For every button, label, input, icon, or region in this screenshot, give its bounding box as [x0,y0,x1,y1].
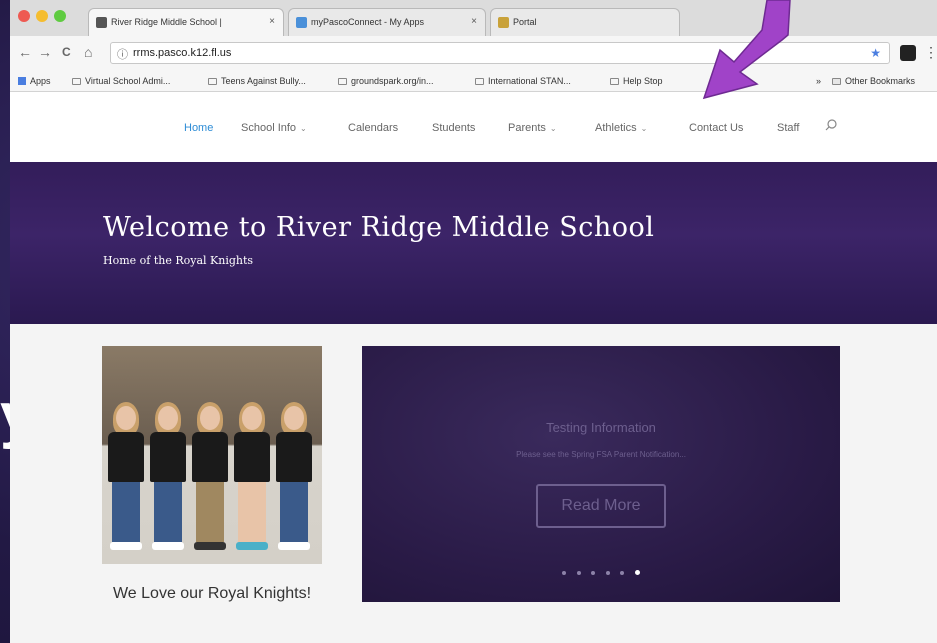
maximize-window-button[interactable] [54,10,66,22]
bookmark-international-stan[interactable]: International STAN... [475,76,571,86]
home-icon[interactable]: ⌂ [84,44,92,60]
bookmark-groundspark[interactable]: groundspark.org/in... [338,76,434,86]
page-icon [610,78,619,85]
students-photo[interactable] [102,346,322,564]
page-icon [338,78,347,85]
apps-grid-icon [18,77,26,85]
nav-parents[interactable]: Parents ⌄ [508,122,557,134]
slide-title: Testing Information [546,420,656,435]
slider-dot[interactable] [591,571,596,575]
student-figure [192,402,228,556]
student-figure [150,402,186,556]
nav-students[interactable]: Students [432,122,475,134]
slider-dot-active[interactable] [634,570,640,575]
search-icon[interactable] [825,119,837,131]
bookmark-apps[interactable]: Apps [18,76,51,86]
reload-icon[interactable]: C [62,45,71,59]
annotation-arrow-icon [702,0,791,100]
forward-arrow-icon[interactable]: → [38,44,52,60]
bookmark-virtual-school[interactable]: Virtual School Admi... [72,76,170,86]
hero-banner: Welcome to River Ridge Middle School Hom… [10,162,937,324]
tab-label: Portal [513,17,537,27]
tab-close-icon[interactable]: × [471,16,477,27]
nav-home[interactable]: Home [184,122,213,134]
student-figure [276,402,312,556]
back-arrow-icon[interactable]: ← [18,44,32,60]
page-icon [208,78,217,85]
tab-label: River Ridge Middle School | [111,17,222,27]
tab-label: myPascoConnect - My Apps [311,17,425,27]
chevron-down-icon: ⌄ [300,124,307,133]
main-content: We Love our Royal Knights! Testing Infor… [10,324,937,643]
browser-menu-icon[interactable]: ⋮ [924,44,937,61]
read-more-button[interactable]: Read More [536,484,666,528]
slide-description: Please see the Spring FSA Parent Notific… [516,450,686,459]
slider-dot[interactable] [620,571,625,575]
app-favicon-icon [296,17,307,28]
student-figure [108,402,144,556]
page-title: Welcome to River Ridge Middle School [103,212,655,243]
tab-river-ridge[interactable]: River Ridge Middle School | × [88,8,284,36]
url-text[interactable]: rrms.pasco.k12.fl.us [133,47,231,59]
nav-calendars[interactable]: Calendars [348,122,398,134]
bookmark-other-bookmarks[interactable]: Other Bookmarks [832,76,915,86]
tab-portal[interactable]: Portal [490,8,680,36]
bookmark-teens-against-bullying[interactable]: Teens Against Bully... [208,76,306,86]
folder-icon [832,78,841,85]
close-window-button[interactable] [18,10,30,22]
featured-slider: Testing Information Please see the Sprin… [362,346,840,602]
chevron-down-icon: ⌄ [640,124,648,133]
tab-close-icon[interactable]: × [269,16,275,27]
bookmarks-overflow-icon[interactable]: » [816,76,821,86]
student-figure [234,402,270,556]
slider-dot[interactable] [605,571,610,575]
info-icon[interactable]: ⓘ [117,46,128,62]
page-subtitle: Home of the Royal Knights [103,254,254,267]
minimize-window-button[interactable] [36,10,48,22]
slider-dot[interactable] [576,571,581,575]
page-icon [72,78,81,85]
bookmark-star-icon[interactable]: ★ [870,46,881,60]
nav-contact-us[interactable]: Contact Us [689,122,743,134]
tab-mypascoconnect[interactable]: myPascoConnect - My Apps × [288,8,486,36]
slider-dot[interactable] [562,571,567,575]
chevron-down-icon: ⌄ [549,124,557,133]
nav-staff[interactable]: Staff [777,122,799,134]
page-icon [475,78,484,85]
nav-athletics[interactable]: Athletics ⌄ [595,122,647,134]
nav-school-info[interactable]: School Info ⌄ [241,122,307,134]
bookmark-help-stop[interactable]: Help Stop [610,76,663,86]
slider-dots [362,562,840,580]
portal-favicon-icon [498,17,509,28]
photo-caption: We Love our Royal Knights! [112,585,312,602]
school-favicon-icon [96,17,107,28]
extension-icon[interactable] [900,45,916,61]
